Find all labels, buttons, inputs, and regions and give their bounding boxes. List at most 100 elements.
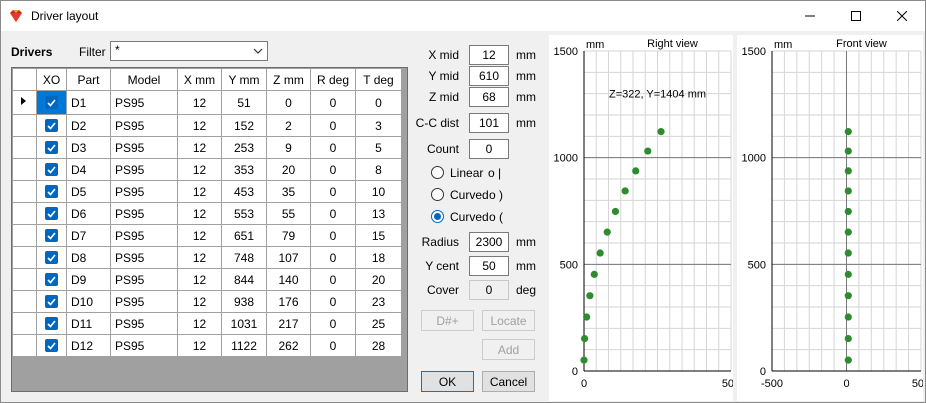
xo-checkbox[interactable] <box>45 295 58 308</box>
y-cell[interactable]: 152 <box>221 114 267 137</box>
xo-checkbox[interactable] <box>45 229 58 242</box>
table-row[interactable]: D10 PS95 12 938 176 0 23 <box>12 290 402 313</box>
table-row[interactable]: D6 PS95 12 553 55 0 13 <box>12 202 402 225</box>
model-cell[interactable]: PS95 <box>110 334 178 357</box>
xo-checkbox[interactable] <box>45 207 58 220</box>
model-cell[interactable]: PS95 <box>110 90 178 115</box>
r-cell[interactable]: 0 <box>310 90 356 115</box>
xo-checkbox-cell[interactable] <box>36 158 67 181</box>
column-header-y[interactable]: Y mm <box>221 68 267 91</box>
table-row[interactable]: D3 PS95 12 253 9 0 5 <box>12 136 402 159</box>
model-cell[interactable]: PS95 <box>110 114 178 137</box>
model-cell[interactable]: PS95 <box>110 290 178 313</box>
xo-checkbox-cell[interactable] <box>36 246 67 269</box>
column-header-model[interactable]: Model <box>110 68 178 91</box>
row-header[interactable] <box>12 290 37 313</box>
xo-checkbox-cell[interactable] <box>36 224 67 247</box>
x-cell[interactable]: 12 <box>177 180 222 203</box>
drivers-grid[interactable]: XO Part Model X mm Y mm Z mm R deg T deg… <box>11 67 408 392</box>
xo-checkbox-cell[interactable] <box>36 312 67 335</box>
y-cell[interactable]: 453 <box>221 180 267 203</box>
table-row[interactable]: D11 PS95 12 1031 217 0 25 <box>12 312 402 335</box>
xo-checkbox[interactable] <box>45 317 58 330</box>
xo-checkbox[interactable] <box>45 96 58 109</box>
xo-checkbox-cell[interactable] <box>36 90 67 115</box>
t-cell[interactable]: 10 <box>355 180 402 203</box>
radio-curved-convex[interactable] <box>431 188 444 201</box>
r-cell[interactable]: 0 <box>310 290 356 313</box>
z-cell[interactable]: 217 <box>266 312 311 335</box>
column-header-z[interactable]: Z mm <box>266 68 311 91</box>
z-mid-input[interactable]: 68 <box>469 87 509 107</box>
r-cell[interactable]: 0 <box>310 268 356 291</box>
r-cell[interactable]: 0 <box>310 312 356 335</box>
model-cell[interactable]: PS95 <box>110 312 178 335</box>
t-cell[interactable]: 13 <box>355 202 402 225</box>
z-cell[interactable]: 176 <box>266 290 311 313</box>
r-cell[interactable]: 0 <box>310 246 356 269</box>
x-cell[interactable]: 12 <box>177 90 222 115</box>
r-cell[interactable]: 0 <box>310 224 356 247</box>
minimize-button[interactable] <box>787 1 833 31</box>
ok-button[interactable]: OK <box>421 371 474 392</box>
xo-checkbox-cell[interactable] <box>36 268 67 291</box>
part-cell[interactable]: D12 <box>66 334 111 357</box>
row-header[interactable] <box>12 334 37 357</box>
part-cell[interactable]: D2 <box>66 114 111 137</box>
y-mid-input[interactable]: 610 <box>469 66 509 86</box>
y-cell[interactable]: 353 <box>221 158 267 181</box>
model-cell[interactable]: PS95 <box>110 268 178 291</box>
x-cell[interactable]: 12 <box>177 158 222 181</box>
x-mid-input[interactable]: 12 <box>469 45 509 65</box>
model-cell[interactable]: PS95 <box>110 202 178 225</box>
model-cell[interactable]: PS95 <box>110 224 178 247</box>
d-number-button[interactable]: D#+ <box>421 310 474 331</box>
x-cell[interactable]: 12 <box>177 202 222 225</box>
part-cell[interactable]: D1 <box>66 90 111 115</box>
xo-checkbox[interactable] <box>45 119 58 132</box>
xo-checkbox[interactable] <box>45 339 58 352</box>
column-header-part[interactable]: Part <box>66 68 111 91</box>
part-cell[interactable]: D4 <box>66 158 111 181</box>
add-button[interactable]: Add <box>482 339 535 360</box>
part-cell[interactable]: D3 <box>66 136 111 159</box>
xo-checkbox[interactable] <box>45 163 58 176</box>
x-cell[interactable]: 12 <box>177 114 222 137</box>
y-cell[interactable]: 51 <box>221 90 267 115</box>
table-row[interactable]: D5 PS95 12 453 35 0 10 <box>12 180 402 203</box>
x-cell[interactable]: 12 <box>177 312 222 335</box>
column-header-xo[interactable]: XO <box>36 68 67 91</box>
row-header[interactable] <box>12 90 37 115</box>
radio-linear[interactable] <box>431 166 444 179</box>
xo-checkbox[interactable] <box>45 251 58 264</box>
r-cell[interactable]: 0 <box>310 202 356 225</box>
r-cell[interactable]: 0 <box>310 180 356 203</box>
row-header[interactable] <box>12 136 37 159</box>
y-cell[interactable]: 844 <box>221 268 267 291</box>
model-cell[interactable]: PS95 <box>110 180 178 203</box>
r-cell[interactable]: 0 <box>310 334 356 357</box>
y-cell[interactable]: 253 <box>221 136 267 159</box>
maximize-button[interactable] <box>833 1 879 31</box>
z-cell[interactable]: 35 <box>266 180 311 203</box>
close-button[interactable] <box>879 1 925 31</box>
x-cell[interactable]: 12 <box>177 334 222 357</box>
count-input[interactable]: 0 <box>469 139 509 159</box>
part-cell[interactable]: D6 <box>66 202 111 225</box>
z-cell[interactable]: 9 <box>266 136 311 159</box>
row-header[interactable] <box>12 114 37 137</box>
table-row[interactable]: D12 PS95 12 1122 262 0 28 <box>12 334 402 357</box>
column-header-x[interactable]: X mm <box>177 68 222 91</box>
model-cell[interactable]: PS95 <box>110 136 178 159</box>
t-cell[interactable]: 8 <box>355 158 402 181</box>
column-header-r[interactable]: R deg <box>310 68 356 91</box>
y-cell[interactable]: 1031 <box>221 312 267 335</box>
xo-checkbox-cell[interactable] <box>36 290 67 313</box>
locate-button[interactable]: Locate <box>482 310 535 331</box>
z-cell[interactable]: 20 <box>266 158 311 181</box>
y-cell[interactable]: 1122 <box>221 334 267 357</box>
part-cell[interactable]: D7 <box>66 224 111 247</box>
y-cent-input[interactable]: 50 <box>469 256 509 276</box>
t-cell[interactable]: 28 <box>355 334 402 357</box>
table-row[interactable]: D8 PS95 12 748 107 0 18 <box>12 246 402 269</box>
